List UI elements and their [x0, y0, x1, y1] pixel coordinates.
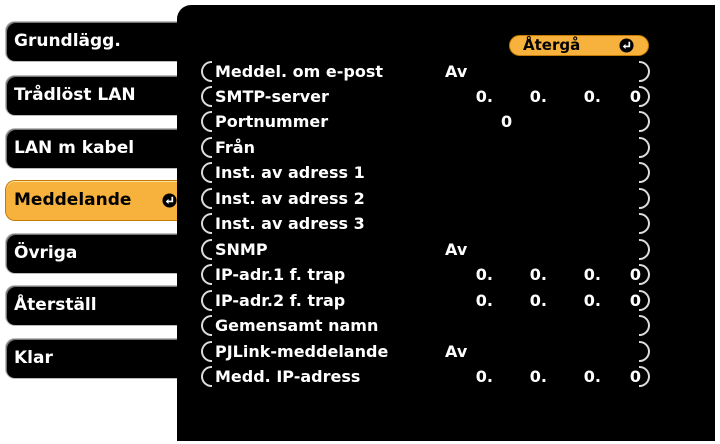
ip-octet: 0.: [583, 265, 601, 284]
row-label: IP-adr.1 f. trap: [215, 265, 346, 284]
ip-octet: 0: [629, 367, 641, 386]
row-portnummer[interactable]: Portnummer 0: [201, 110, 650, 134]
sidebar-item-ovriga[interactable]: Övriga: [5, 233, 185, 274]
sidebar-item-label: Grundlägg.: [14, 31, 121, 51]
return-button-label: Återgå: [523, 36, 581, 54]
ip-octet: 0.: [583, 291, 601, 310]
ip-octet: 0.: [475, 265, 493, 284]
sidebar-item-grundlagg[interactable]: Grundlägg.: [5, 21, 185, 62]
row-label: Medd. IP-adress: [215, 367, 361, 386]
row-meddel-om-e-post[interactable]: Meddel. om e-post Av: [201, 60, 650, 84]
enter-arrow-icon: [162, 193, 177, 208]
row-inst-av-adress-1[interactable]: Inst. av adress 1: [201, 161, 650, 185]
sidebar-item-label: LAN m kabel: [14, 138, 135, 158]
ip-octet: 0.: [529, 291, 547, 310]
ip-octet: 0.: [475, 367, 493, 386]
ip-octet: 0: [629, 87, 641, 106]
row-medd-ip-adress[interactable]: Medd. IP-adress 0. 0. 0. 0: [201, 365, 650, 389]
row-label: SMTP-server: [215, 87, 329, 106]
row-label: Inst. av adress 3: [215, 214, 365, 233]
sidebar-item-label: Trådlöst LAN: [14, 85, 136, 105]
row-fran[interactable]: Från: [201, 136, 650, 160]
sidebar-menu: Grundlägg. Trådlöst LAN LAN m kabel Medd…: [0, 0, 185, 444]
return-button[interactable]: Återgå: [509, 35, 649, 56]
ip-octet: 0.: [529, 87, 547, 106]
row-inst-av-adress-2[interactable]: Inst. av adress 2: [201, 187, 650, 211]
enter-arrow-icon: [619, 38, 634, 53]
ip-octet: 0.: [475, 291, 493, 310]
row-label: Portnummer: [215, 112, 329, 131]
row-ip-adr-2-f-trap[interactable]: IP-adr.2 f. trap 0. 0. 0. 0: [201, 289, 650, 313]
row-label: IP-adr.2 f. trap: [215, 291, 346, 310]
row-pjlink-meddelande[interactable]: PJLink-meddelande Av: [201, 340, 650, 364]
row-label: Meddel. om e-post: [215, 62, 384, 81]
ip-octet: 0.: [529, 367, 547, 386]
row-label: PJLink-meddelande: [215, 342, 389, 361]
row-value: Av: [445, 62, 468, 81]
sidebar-item-aterstall[interactable]: Återställ: [5, 285, 185, 326]
port-value: 0: [501, 112, 513, 131]
row-gemensamt-namn[interactable]: Gemensamt namn: [201, 314, 650, 338]
ip-octet: 0.: [475, 87, 493, 106]
row-inst-av-adress-3[interactable]: Inst. av adress 3: [201, 212, 650, 236]
sidebar-item-meddelande[interactable]: Meddelande: [5, 180, 185, 221]
row-value: Av: [445, 240, 468, 259]
ip-octet: 0.: [583, 367, 601, 386]
sidebar-item-label: Övriga: [14, 243, 78, 263]
ip-octet: 0: [629, 291, 641, 310]
sidebar-item-lan-m-kabel[interactable]: LAN m kabel: [5, 128, 185, 169]
row-ip-adr-1-f-trap[interactable]: IP-adr.1 f. trap 0. 0. 0. 0: [201, 263, 650, 287]
sidebar-item-label: Återställ: [14, 295, 97, 315]
ip-octet: 0.: [583, 87, 601, 106]
row-label: SNMP: [215, 240, 268, 259]
row-value: Av: [445, 342, 468, 361]
ip-octet: 0: [629, 265, 641, 284]
sidebar-item-tradlost-lan[interactable]: Trådlöst LAN: [5, 75, 185, 116]
row-label: Inst. av adress 1: [215, 163, 365, 182]
sidebar-item-label: Meddelande: [14, 190, 132, 210]
row-snmp[interactable]: SNMP Av: [201, 238, 650, 262]
sidebar-item-klar[interactable]: Klar: [5, 338, 185, 379]
sidebar-item-label: Klar: [14, 348, 53, 368]
row-label: Från: [215, 138, 255, 157]
row-label: Gemensamt namn: [215, 316, 379, 335]
ip-octet: 0.: [529, 265, 547, 284]
row-label: Inst. av adress 2: [215, 189, 365, 208]
row-smtp-server[interactable]: SMTP-server 0. 0. 0. 0: [201, 85, 650, 109]
